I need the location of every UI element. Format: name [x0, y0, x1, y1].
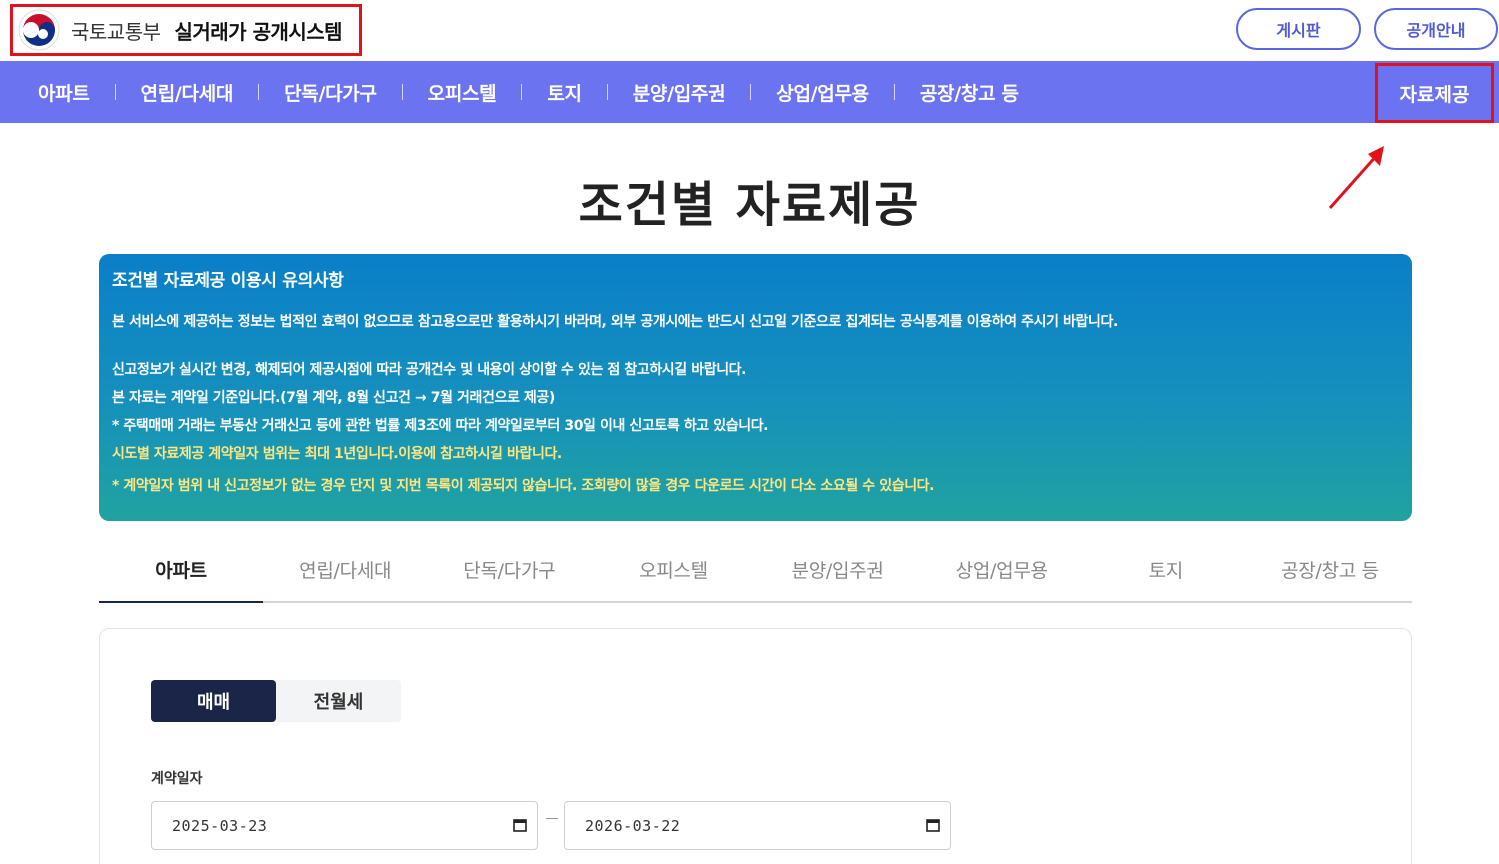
nav-item-data-provision[interactable]: 자료제공 [1375, 63, 1494, 123]
nav-item-officetel[interactable]: 오피스텔 [428, 79, 497, 106]
tab-rowhouse[interactable]: 연립/다세대 [263, 538, 427, 601]
tab-land[interactable]: 토지 [1084, 538, 1248, 601]
usage-notice: 조건별 자료제공 이용시 유의사항 본 서비스에 제공하는 정보는 법적인 효력… [99, 254, 1412, 521]
tab-detached[interactable]: 단독/다가구 [427, 538, 591, 601]
notice-line: 본 서비스에 제공하는 정보는 법적인 효력이 없으므로 참고용으로만 활용하시… [112, 314, 1118, 330]
nav-item-land[interactable]: 토지 [547, 79, 582, 106]
date-to-value: 2026-03-22 [585, 816, 681, 835]
nav-divider [750, 84, 752, 100]
site-logo[interactable]: 국토교통부 실거래가 공개시스템 [10, 4, 362, 56]
notice-line: 신고정보가 실시간 변경, 해제되어 제공시점에 따라 공개건수 및 내용이 상… [112, 362, 747, 378]
notice-title: 조건별 자료제공 이용시 유의사항 [112, 271, 344, 291]
nav-item-rowhouse[interactable]: 연립/다세대 [141, 79, 234, 106]
nav-divider [114, 84, 116, 100]
trade-type-toggle: 매매 전월세 [151, 680, 401, 722]
nav-item-commercial[interactable]: 상업/업무용 [776, 79, 869, 106]
page-title: 조건별 자료제공 [578, 177, 921, 233]
notice-line-highlight: * 계약일자 범위 내 신고정보가 없는 경우 단지 및 지번 목록이 제공되지… [112, 478, 935, 494]
tab-factory[interactable]: 공장/창고 등 [1248, 538, 1412, 601]
nav-item-detached[interactable]: 단독/다가구 [284, 79, 377, 106]
tab-apartment[interactable]: 아파트 [99, 538, 264, 603]
nav-divider [401, 84, 403, 100]
nav-divider [258, 84, 260, 100]
contract-date-from-input[interactable]: 2025-03-23 [151, 801, 538, 850]
date-range-separator [546, 818, 558, 819]
nav-item-apartment[interactable]: 아파트 [38, 79, 90, 106]
contract-date-to-input[interactable]: 2026-03-22 [564, 801, 951, 850]
tab-commercial[interactable]: 상업/업무용 [920, 538, 1084, 601]
nav-divider [521, 84, 523, 100]
system-name: 실거래가 공개시스템 [174, 19, 343, 44]
trade-lease-button[interactable]: 전월세 [276, 680, 401, 722]
search-panel: 매매 전월세 계약일자 2025-03-23 2026-03-22 [99, 628, 1412, 864]
main-nav: 아파트 연립/다세대 단독/다가구 오피스텔 토지 분양/입주권 상업/업무용 … [0, 61, 1499, 123]
nav-item-factory[interactable]: 공장/창고 등 [920, 79, 1019, 106]
calendar-icon[interactable] [926, 818, 940, 832]
taegeuk-emblem-icon [18, 9, 60, 51]
notice-line: 본 자료는 계약일 기준입니다.(7월 계약, 8월 신고건 → 7월 거래건으… [112, 390, 555, 406]
tab-officetel[interactable]: 오피스텔 [591, 538, 755, 601]
notice-line-highlight: 시도별 자료제공 계약일자 범위는 최대 1년입니다.이용에 참고하시길 바랍니… [112, 446, 562, 462]
contract-date-label: 계약일자 [151, 771, 203, 787]
date-from-value: 2025-03-23 [172, 816, 268, 835]
tab-presale[interactable]: 분양/입주권 [756, 538, 920, 601]
trade-sale-button[interactable]: 매매 [151, 680, 276, 722]
nav-divider [606, 84, 608, 100]
nav-divider [893, 84, 895, 100]
board-button[interactable]: 게시판 [1236, 8, 1361, 50]
top-header: 국토교통부 실거래가 공개시스템 게시판 공개안내 [0, 0, 1499, 61]
property-type-tabs: 아파트 연립/다세대 단독/다가구 오피스텔 분양/입주권 상업/업무용 토지 … [99, 538, 1412, 603]
ministry-name: 국토교통부 [71, 19, 161, 44]
disclosure-guide-button[interactable]: 공개안내 [1374, 8, 1498, 50]
calendar-icon[interactable] [513, 818, 527, 832]
notice-line: * 주택매매 거래는 부동산 거래신고 등에 관한 법률 제3조에 따라 계약일… [112, 418, 769, 434]
nav-item-presale[interactable]: 분양/입주권 [633, 79, 726, 106]
